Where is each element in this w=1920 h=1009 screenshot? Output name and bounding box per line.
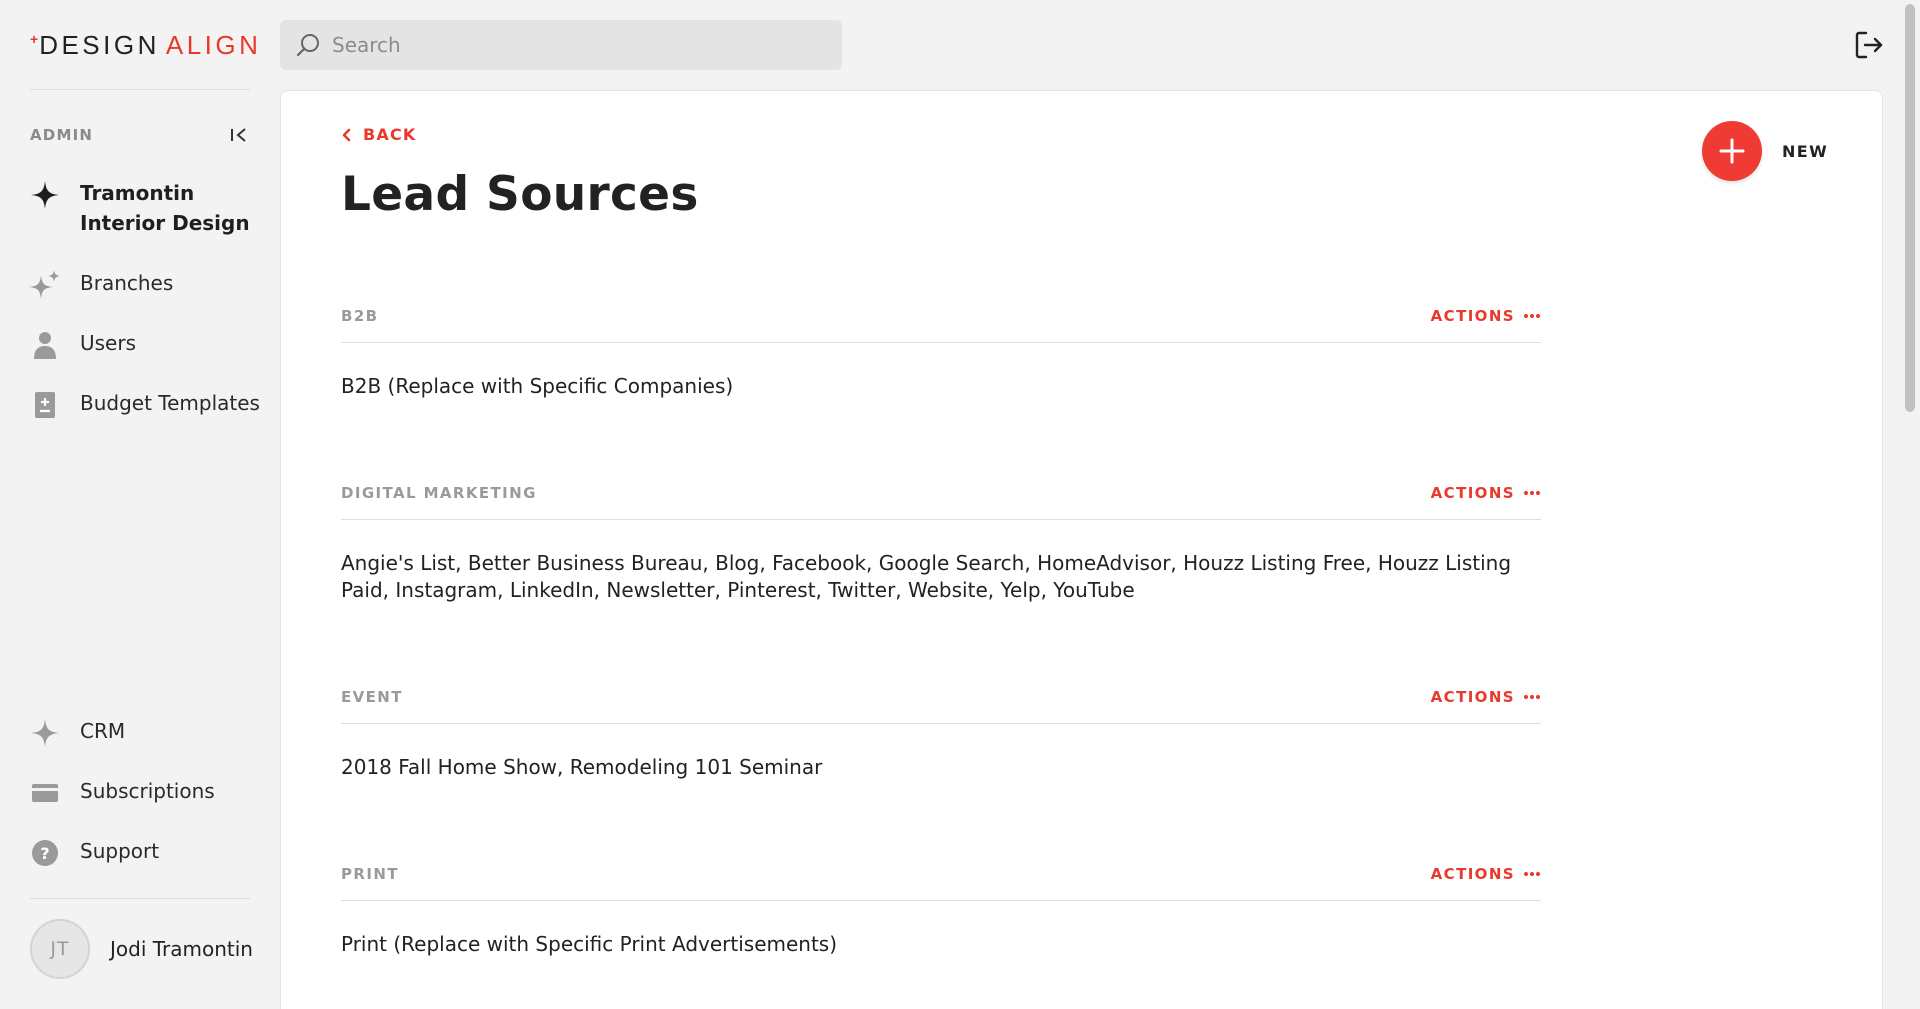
more-dots-icon xyxy=(1523,871,1541,877)
actions-label: ACTIONS xyxy=(1430,484,1515,502)
group-header: EVENT ACTIONS xyxy=(341,688,1541,724)
actions-label: ACTIONS xyxy=(1430,688,1515,706)
sidebar-item-budget-templates[interactable]: Budget Templates xyxy=(28,388,263,422)
logo-text-align: ALIGN xyxy=(165,29,262,60)
sidebar-divider xyxy=(30,89,250,90)
avatar: JT xyxy=(30,919,90,979)
actions-menu-button[interactable]: ACTIONS xyxy=(1431,484,1541,502)
collapse-sidebar-icon[interactable] xyxy=(228,124,250,146)
group-body: 2018 Fall Home Show, Remodeling 101 Semi… xyxy=(341,755,823,779)
company-name-line2: Interior Design xyxy=(80,211,250,235)
sidebar-item-subscriptions[interactable]: Subscriptions xyxy=(28,776,263,810)
logo-plus: + xyxy=(30,31,39,47)
group-title: DIGITAL MARKETING xyxy=(341,484,537,502)
group-title: B2B xyxy=(341,307,379,325)
actions-menu-button[interactable]: ACTIONS xyxy=(1431,865,1541,883)
group-header: DIGITAL MARKETING ACTIONS xyxy=(341,484,1541,520)
actions-menu-button[interactable]: ACTIONS xyxy=(1431,307,1541,325)
logout-icon[interactable] xyxy=(1854,30,1884,60)
main-card: BACK Lead Sources NEW B2B ACTIONS B2B (R… xyxy=(280,90,1883,1009)
sidebar-item-branches[interactable]: Branches xyxy=(28,268,263,302)
user-profile[interactable]: JT Jodi Tramontin xyxy=(30,918,260,980)
back-label: BACK xyxy=(363,125,417,144)
sidebar-item-company[interactable]: Tramontin Interior Design xyxy=(28,178,263,238)
designalign-logo[interactable]: + DESIGN ALIGN xyxy=(30,30,261,60)
sparkle-icon xyxy=(28,716,62,750)
actions-label: ACTIONS xyxy=(1430,307,1515,325)
sidebar-item-label: Subscriptions xyxy=(80,779,215,803)
group-body: Angie's List, Better Business Bureau, Bl… xyxy=(341,551,1512,602)
search-icon xyxy=(294,31,322,59)
logo-text-design: DESIGN xyxy=(39,29,160,60)
lead-source-group: PRINT ACTIONS Print (Replace with Specif… xyxy=(341,865,1541,958)
help-circle-icon: ? xyxy=(28,836,62,870)
sidebar-item-crm[interactable]: CRM xyxy=(28,716,263,750)
sidebar-item-label: Support xyxy=(80,839,160,863)
company-name-line1: Tramontin xyxy=(80,181,195,205)
lead-source-group: EVENT ACTIONS 2018 Fall Home Show, Remod… xyxy=(341,688,1541,781)
lead-source-group: B2B ACTIONS B2B (Replace with Specific C… xyxy=(341,307,1541,400)
group-header: PRINT ACTIONS xyxy=(341,865,1541,901)
person-icon xyxy=(28,328,62,362)
more-dots-icon xyxy=(1523,313,1541,319)
group-header: B2B ACTIONS xyxy=(341,307,1541,343)
group-body: Print (Replace with Specific Print Adver… xyxy=(341,932,838,956)
more-dots-icon xyxy=(1523,490,1541,496)
back-link[interactable]: BACK xyxy=(341,125,417,144)
sidebar-item-label: Users xyxy=(80,331,137,355)
sidebar-item-label: Budget Templates xyxy=(80,391,260,415)
sidebar-item-users[interactable]: Users xyxy=(28,328,263,362)
new-lead-source-button[interactable]: NEW xyxy=(1702,121,1828,181)
sidebar: + DESIGN ALIGN ADMIN Tramontin Interior … xyxy=(0,0,280,1009)
search-input[interactable] xyxy=(332,33,812,57)
actions-menu-button[interactable]: ACTIONS xyxy=(1431,688,1541,706)
sidebar-item-label: CRM xyxy=(80,719,126,743)
new-label: NEW xyxy=(1782,141,1829,161)
chevron-left-icon xyxy=(341,128,353,142)
sparkles-icon xyxy=(28,268,62,302)
document-plus-icon xyxy=(28,388,62,422)
sidebar-item-label: Branches xyxy=(80,271,174,295)
group-title: EVENT xyxy=(341,688,403,706)
more-dots-icon xyxy=(1523,694,1541,700)
group-body: B2B (Replace with Specific Companies) xyxy=(341,374,734,398)
sidebar-item-support[interactable]: ? Support xyxy=(28,836,263,870)
sidebar-divider xyxy=(30,898,250,899)
credit-card-icon xyxy=(28,776,62,810)
new-button[interactable] xyxy=(1702,121,1762,181)
svg-text:?: ? xyxy=(40,844,49,863)
company-name: Tramontin Interior Design xyxy=(80,178,250,238)
actions-label: ACTIONS xyxy=(1430,865,1515,883)
lead-source-group: DIGITAL MARKETING ACTIONS Angie's List, … xyxy=(341,484,1541,604)
admin-section-header: ADMIN xyxy=(30,124,250,146)
page-title: Lead Sources xyxy=(341,167,699,222)
group-title: PRINT xyxy=(341,865,399,883)
sparkle-icon xyxy=(28,178,62,212)
admin-label: ADMIN xyxy=(30,126,94,144)
scrollbar-thumb[interactable] xyxy=(1905,4,1915,412)
user-name: Jodi Tramontin xyxy=(110,937,253,961)
search-bar[interactable] xyxy=(280,20,842,70)
plus-icon xyxy=(1718,137,1746,165)
